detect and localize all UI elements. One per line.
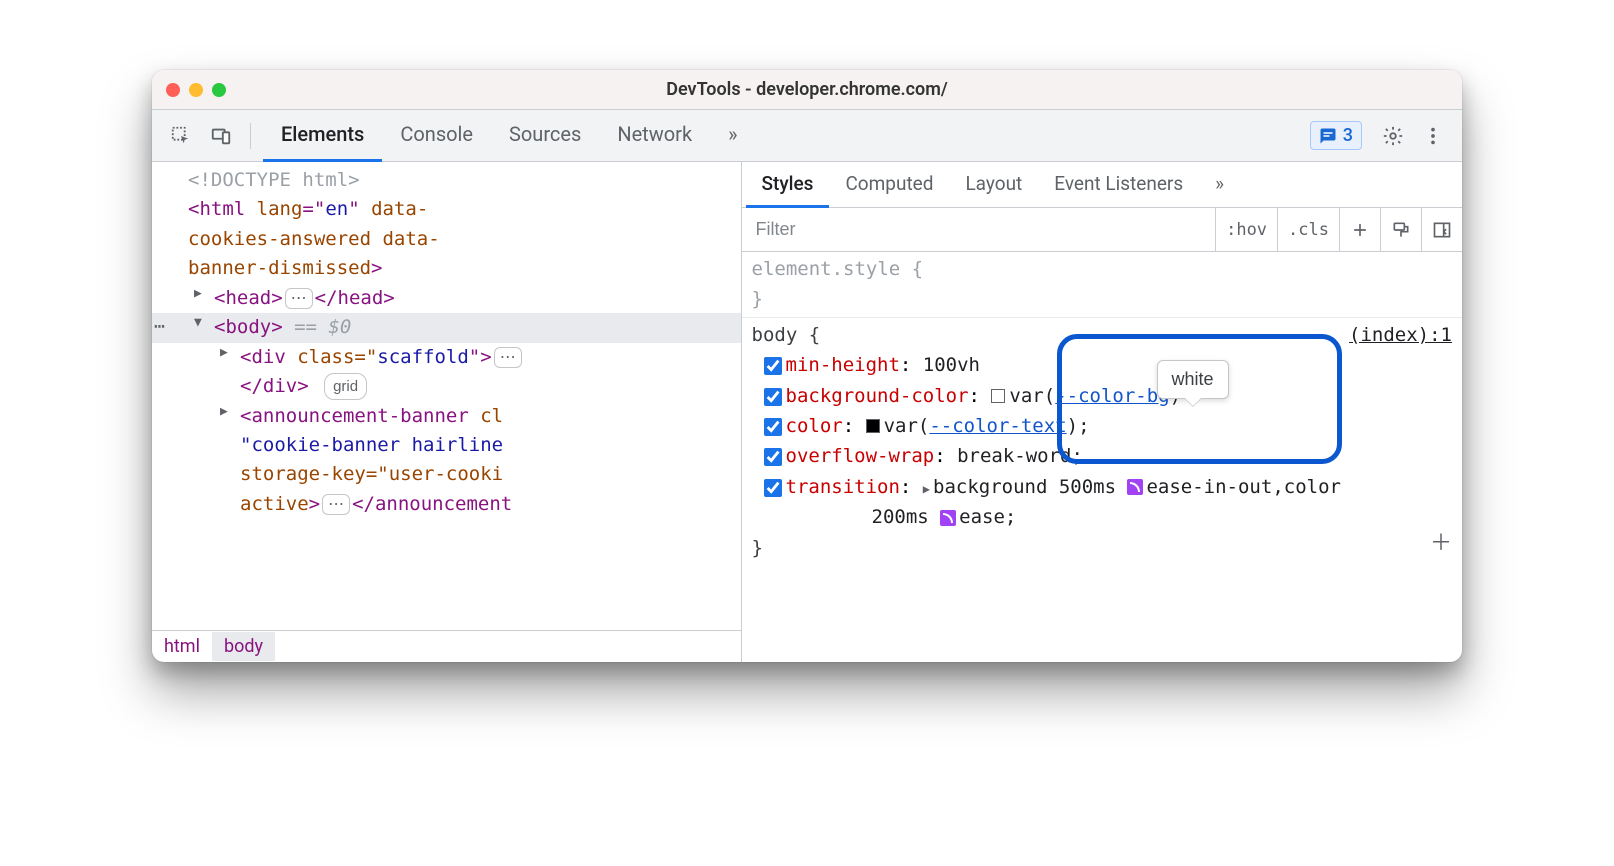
main-toolbar: Elements Console Sources Network » 3 xyxy=(152,110,1462,162)
tab-computed[interactable]: Computed xyxy=(829,162,949,208)
expand-icon[interactable]: ▶ xyxy=(194,284,202,304)
tab-network[interactable]: Network xyxy=(599,110,710,162)
dom-ann-l2[interactable]: "cookie-banner hairline xyxy=(152,431,741,460)
new-style-rule-icon[interactable] xyxy=(1339,208,1380,251)
device-toolbar-icon[interactable] xyxy=(204,119,238,153)
main-tabs: Elements Console Sources Network » xyxy=(263,110,755,162)
decl-transition[interactable]: transition: ▶background 500ms ease-in-ou… xyxy=(752,472,1453,502)
decl-background-color[interactable]: background-color: var(--color-bg) xyxy=(752,381,1453,411)
ease-swatch-icon[interactable] xyxy=(940,510,956,526)
var-link-color-text[interactable]: --color-text xyxy=(929,415,1066,437)
collapsed-icon[interactable]: ⋯ xyxy=(322,494,350,515)
subtabs-overflow[interactable]: » xyxy=(1199,162,1240,208)
breadcrumb-html[interactable]: html xyxy=(152,632,212,661)
issues-button[interactable]: 3 xyxy=(1310,121,1362,150)
decl-checkbox[interactable] xyxy=(764,448,782,466)
tab-layout[interactable]: Layout xyxy=(949,162,1038,208)
ease-swatch-icon[interactable] xyxy=(1127,479,1143,495)
hov-toggle[interactable]: :hov xyxy=(1215,208,1277,251)
shorthand-expand-icon[interactable]: ▶ xyxy=(923,482,930,496)
content-area: <!DOCTYPE html> <html lang="en" data- co… xyxy=(152,162,1462,662)
collapsed-icon[interactable]: ⋯ xyxy=(494,347,522,368)
dom-announcement[interactable]: ▶<announcement-banner cl xyxy=(152,402,741,431)
styles-sub-tabs: Styles Computed Layout Event Listeners » xyxy=(742,162,1463,208)
dom-panel: <!DOCTYPE html> <html lang="en" data- co… xyxy=(152,162,742,662)
element-style-rule[interactable]: element.style { } xyxy=(742,252,1463,318)
inspect-element-icon[interactable] xyxy=(164,119,198,153)
dom-html-open[interactable]: <html lang="en" data- xyxy=(152,195,741,224)
paint-icon[interactable] xyxy=(1380,208,1421,251)
collapsed-icon[interactable]: ⋯ xyxy=(285,288,313,309)
dom-body-selected[interactable]: ▼<body> == $0 xyxy=(152,313,741,342)
dom-head[interactable]: ▶<head>⋯</head> xyxy=(152,284,741,313)
tab-event-listeners[interactable]: Event Listeners xyxy=(1038,162,1199,208)
devtools-window: DevTools - developer.chrome.com/ Element… xyxy=(152,70,1462,662)
decl-checkbox[interactable] xyxy=(764,357,782,375)
expand-icon[interactable]: ▶ xyxy=(220,402,228,422)
grid-badge[interactable]: grid xyxy=(324,373,367,400)
tab-elements[interactable]: Elements xyxy=(263,110,382,162)
decl-overflow-wrap[interactable]: overflow-wrap: break-word; xyxy=(752,441,1453,471)
tab-sources[interactable]: Sources xyxy=(491,110,599,162)
breadcrumb: html body xyxy=(152,630,741,662)
source-link[interactable]: (index):1 xyxy=(1349,320,1452,350)
tab-styles[interactable]: Styles xyxy=(746,162,830,208)
dom-html-l3[interactable]: banner-dismissed> xyxy=(152,254,741,283)
value-tooltip: white xyxy=(1157,360,1229,399)
expand-icon[interactable]: ▶ xyxy=(220,343,228,363)
dom-ann-l3[interactable]: storage-key="user-cooki xyxy=(152,460,741,489)
issues-count: 3 xyxy=(1343,125,1353,146)
cls-toggle[interactable]: .cls xyxy=(1277,208,1339,251)
dom-div-close[interactable]: </div> grid xyxy=(152,372,741,401)
breadcrumb-body[interactable]: body xyxy=(212,632,275,661)
color-swatch-black[interactable] xyxy=(866,419,880,433)
dom-doctype[interactable]: <!DOCTYPE html> xyxy=(152,166,741,195)
issues-icon xyxy=(1319,127,1337,145)
settings-icon[interactable] xyxy=(1376,119,1410,153)
styles-panel: Styles Computed Layout Event Listeners »… xyxy=(742,162,1463,662)
add-declaration-icon[interactable]: ＋ xyxy=(1430,526,1452,561)
dom-tree[interactable]: <!DOCTYPE html> <html lang="en" data- co… xyxy=(152,162,741,630)
decl-checkbox[interactable] xyxy=(764,479,782,497)
decl-checkbox[interactable] xyxy=(764,418,782,436)
kebab-menu-icon[interactable] xyxy=(1416,119,1450,153)
var-link-color-bg[interactable]: --color-bg xyxy=(1055,385,1169,407)
tab-console[interactable]: Console xyxy=(382,110,491,162)
body-rule[interactable]: body { (index):1 min-height: 100vh backg… xyxy=(742,318,1463,565)
decl-color[interactable]: color: var(--color-text); xyxy=(752,411,1453,441)
computed-sidebar-icon[interactable] xyxy=(1421,208,1462,251)
decl-transition-cont[interactable]: 200ms ease; xyxy=(752,502,1453,532)
window-title: DevTools - developer.chrome.com/ xyxy=(152,79,1462,100)
color-swatch-white[interactable] xyxy=(991,389,1005,403)
titlebar: DevTools - developer.chrome.com/ xyxy=(152,70,1462,110)
filter-input[interactable] xyxy=(742,208,1216,251)
filter-bar: :hov .cls xyxy=(742,208,1463,252)
collapse-icon[interactable]: ▼ xyxy=(194,313,202,333)
css-rules: element.style { } body { (index):1 min-h… xyxy=(742,252,1463,662)
decl-min-height[interactable]: min-height: 100vh xyxy=(752,350,1453,380)
tabs-overflow[interactable]: » xyxy=(710,110,755,162)
toolbar-separator xyxy=(250,123,251,149)
dom-ann-l4[interactable]: active>⋯</announcement xyxy=(152,490,741,519)
dom-div-scaffold[interactable]: ▶<div class="scaffold">⋯ xyxy=(152,343,741,372)
dom-html-l2[interactable]: cookies-answered data- xyxy=(152,225,741,254)
decl-checkbox[interactable] xyxy=(764,388,782,406)
